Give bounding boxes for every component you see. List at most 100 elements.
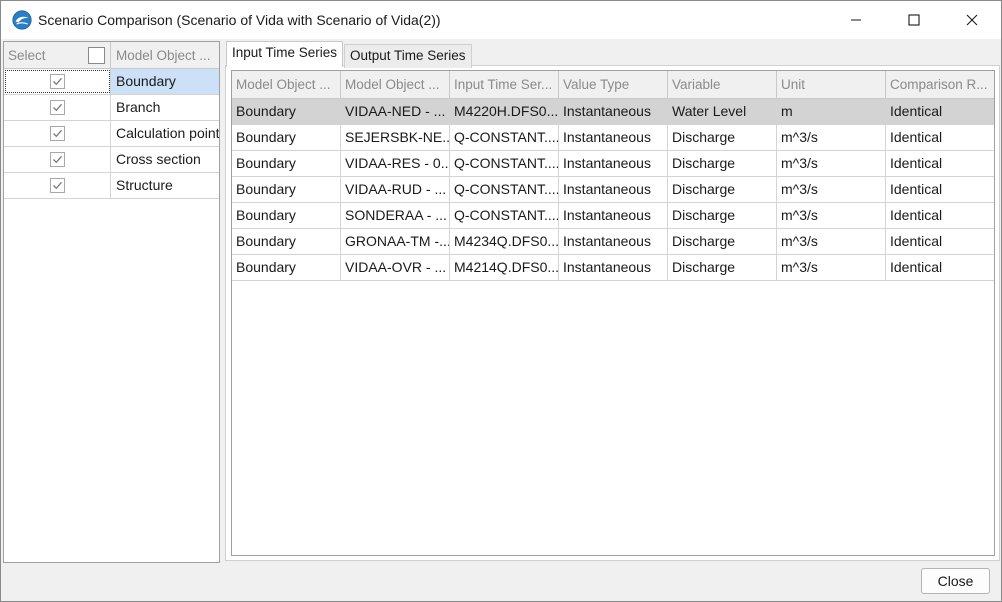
table-cell[interactable]: Discharge bbox=[668, 255, 777, 280]
column-header[interactable]: Input Time Ser... bbox=[450, 71, 559, 99]
table-cell[interactable]: VIDAA-RUD - ... bbox=[341, 177, 450, 202]
checkmark-icon bbox=[53, 103, 62, 112]
list-item[interactable]: Boundary bbox=[4, 69, 219, 95]
column-header[interactable]: Variable bbox=[668, 71, 777, 99]
window-close-button[interactable] bbox=[943, 1, 1001, 39]
row-checkbox[interactable] bbox=[50, 100, 65, 115]
table-cell[interactable]: Instantaneous bbox=[559, 99, 668, 124]
checkbox-cell[interactable] bbox=[4, 95, 111, 120]
table-cell[interactable]: Boundary bbox=[232, 229, 341, 254]
table-row[interactable]: Boundary SEJERSBK-NE... Q-CONSTANT.... I… bbox=[232, 125, 994, 151]
close-button[interactable]: Close bbox=[921, 568, 990, 594]
checkmark-icon bbox=[53, 129, 62, 138]
table-cell[interactable]: VIDAA-OVR - ... bbox=[341, 255, 450, 280]
table-cell[interactable]: Boundary bbox=[232, 203, 341, 228]
checkmark-icon bbox=[53, 181, 62, 190]
table-row[interactable]: Boundary VIDAA-RUD - ... Q-CONSTANT.... … bbox=[232, 177, 994, 203]
maximize-icon bbox=[908, 14, 920, 26]
table-cell[interactable]: Identical bbox=[886, 177, 994, 202]
table-cell[interactable]: GRONAA-TM -... bbox=[341, 229, 450, 254]
table-cell[interactable]: Discharge bbox=[668, 151, 777, 176]
table-row[interactable]: Boundary VIDAA-RES - 0... Q-CONSTANT....… bbox=[232, 151, 994, 177]
list-item[interactable]: Cross section bbox=[4, 147, 219, 173]
window-title: Scenario Comparison (Scenario of Vida wi… bbox=[38, 12, 441, 28]
table-cell[interactable]: Q-CONSTANT.... bbox=[450, 177, 559, 202]
table-cell[interactable]: m^3/s bbox=[777, 151, 886, 176]
comparison-table: Model Object ... Model Object ... Input … bbox=[231, 70, 995, 556]
title-bar[interactable]: Scenario Comparison (Scenario of Vida wi… bbox=[1, 1, 1001, 39]
list-item-label: Branch bbox=[116, 99, 161, 115]
table-cell[interactable]: Instantaneous bbox=[559, 177, 668, 202]
table-cell[interactable]: Identical bbox=[886, 229, 994, 254]
mike-app-icon bbox=[12, 10, 32, 30]
table-cell[interactable]: VIDAA-NED - ... bbox=[341, 99, 450, 124]
table-cell[interactable]: m^3/s bbox=[777, 177, 886, 202]
table-cell[interactable]: Identical bbox=[886, 99, 994, 124]
table-cell[interactable]: M4234Q.DFS0... bbox=[450, 229, 559, 254]
minimize-button[interactable] bbox=[827, 1, 885, 39]
model-object-column-header[interactable]: Model Object ... bbox=[111, 42, 219, 69]
table-cell[interactable]: Water Level bbox=[668, 99, 777, 124]
table-cell[interactable]: m^3/s bbox=[777, 125, 886, 150]
tab-output-time-series[interactable]: Output Time Series bbox=[344, 44, 472, 68]
list-item[interactable]: Structure bbox=[4, 173, 219, 199]
table-cell[interactable]: m bbox=[777, 99, 886, 124]
table-cell[interactable]: Instantaneous bbox=[559, 229, 668, 254]
table-row[interactable]: Boundary GRONAA-TM -... M4234Q.DFS0... I… bbox=[232, 229, 994, 255]
table-cell[interactable]: Q-CONSTANT.... bbox=[450, 151, 559, 176]
table-cell[interactable]: Discharge bbox=[668, 177, 777, 202]
list-item[interactable]: Calculation point bbox=[4, 121, 219, 147]
checkbox-cell[interactable] bbox=[4, 173, 111, 198]
tab-input-time-series[interactable]: Input Time Series bbox=[226, 41, 344, 67]
table-cell[interactable]: Q-CONSTANT.... bbox=[450, 125, 559, 150]
table-cell[interactable]: Boundary bbox=[232, 151, 341, 176]
table-cell[interactable]: Discharge bbox=[668, 125, 777, 150]
list-item-label: Cross section bbox=[116, 151, 201, 167]
table-cell[interactable]: Identical bbox=[886, 151, 994, 176]
row-checkbox[interactable] bbox=[50, 126, 65, 141]
table-cell[interactable]: Q-CONSTANT.... bbox=[450, 203, 559, 228]
table-cell[interactable]: SEJERSBK-NE... bbox=[341, 125, 450, 150]
row-checkbox[interactable] bbox=[50, 178, 65, 193]
table-cell[interactable]: Discharge bbox=[668, 203, 777, 228]
maximize-button[interactable] bbox=[885, 1, 943, 39]
table-cell[interactable]: Instantaneous bbox=[559, 125, 668, 150]
table-cell[interactable]: m^3/s bbox=[777, 255, 886, 280]
table-cell[interactable]: M4214Q.DFS0... bbox=[450, 255, 559, 280]
row-checkbox[interactable] bbox=[50, 74, 65, 89]
table-cell[interactable]: m^3/s bbox=[777, 229, 886, 254]
row-checkbox[interactable] bbox=[50, 152, 65, 167]
table-row[interactable]: Boundary VIDAA-OVR - ... M4214Q.DFS0... … bbox=[232, 255, 994, 281]
column-header[interactable]: Comparison R... bbox=[886, 71, 994, 99]
list-header: Select Model Object ... bbox=[4, 42, 219, 69]
table-cell[interactable]: Identical bbox=[886, 255, 994, 280]
table-cell[interactable]: Boundary bbox=[232, 99, 341, 124]
table-cell[interactable]: Instantaneous bbox=[559, 255, 668, 280]
column-header[interactable]: Model Object ... bbox=[232, 71, 341, 99]
table-cell[interactable]: Boundary bbox=[232, 177, 341, 202]
table-cell[interactable]: Identical bbox=[886, 125, 994, 150]
table-cell[interactable]: M4220H.DFS0... bbox=[450, 99, 559, 124]
select-all-checkbox[interactable] bbox=[88, 47, 105, 64]
checkmark-icon bbox=[53, 155, 62, 164]
checkbox-cell[interactable] bbox=[4, 147, 111, 172]
table-cell[interactable]: Identical bbox=[886, 203, 994, 228]
table-cell[interactable]: SONDERAA - ... bbox=[341, 203, 450, 228]
table-cell[interactable]: Discharge bbox=[668, 229, 777, 254]
table-cell[interactable]: VIDAA-RES - 0... bbox=[341, 151, 450, 176]
checkbox-cell[interactable] bbox=[4, 69, 111, 94]
select-column-header[interactable]: Select bbox=[4, 42, 111, 69]
table-cell[interactable]: Boundary bbox=[232, 255, 341, 280]
table-row[interactable]: Boundary SONDERAA - ... Q-CONSTANT.... I… bbox=[232, 203, 994, 229]
column-header[interactable]: Unit bbox=[777, 71, 886, 99]
table-cell[interactable]: Instantaneous bbox=[559, 203, 668, 228]
table-row[interactable]: Boundary VIDAA-NED - ... M4220H.DFS0... … bbox=[232, 99, 994, 125]
list-item[interactable]: Branch bbox=[4, 95, 219, 121]
column-header[interactable]: Value Type bbox=[559, 71, 668, 99]
checkbox-cell[interactable] bbox=[4, 121, 111, 146]
column-header[interactable]: Model Object ... bbox=[341, 71, 450, 99]
table-cell[interactable]: Instantaneous bbox=[559, 151, 668, 176]
table-cell[interactable]: Boundary bbox=[232, 125, 341, 150]
table-cell[interactable]: m^3/s bbox=[777, 203, 886, 228]
table-header: Model Object ... Model Object ... Input … bbox=[232, 71, 994, 99]
